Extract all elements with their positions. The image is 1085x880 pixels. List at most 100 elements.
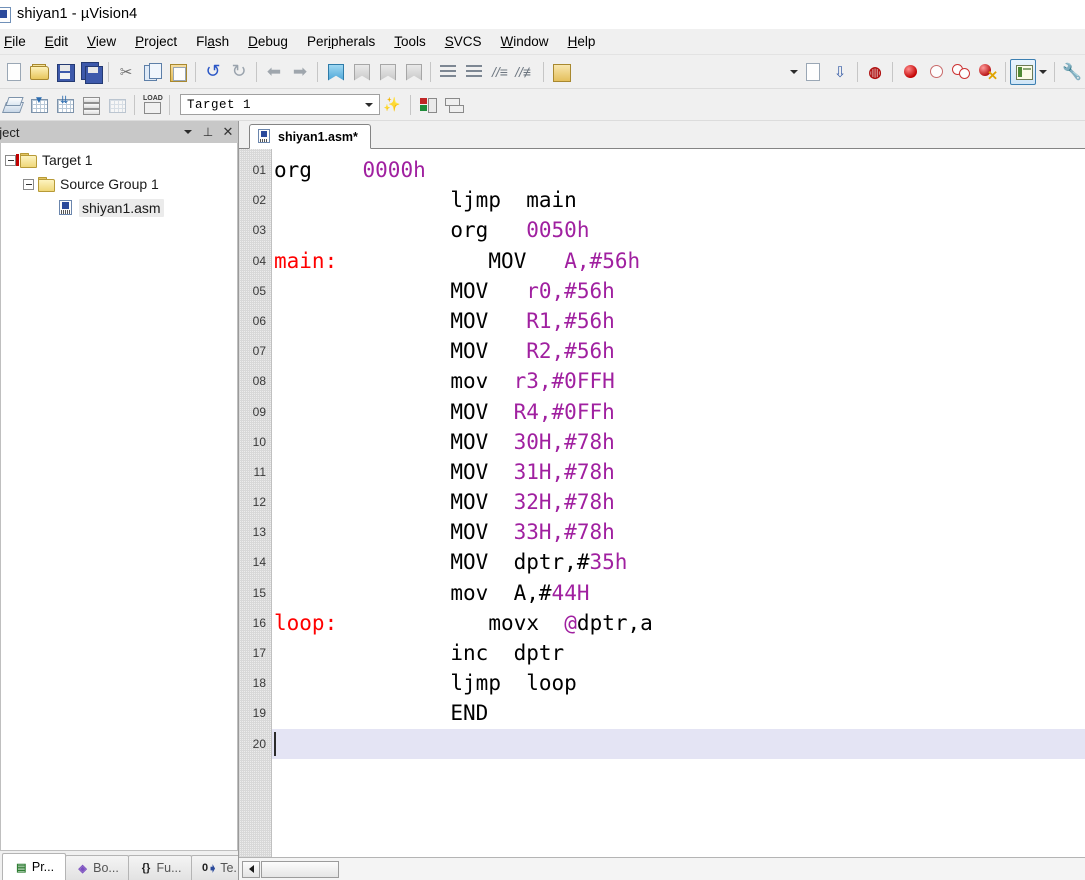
menu-debug[interactable]: Debug: [239, 31, 298, 52]
code-line[interactable]: MOV 33H,#78h: [272, 517, 1085, 547]
debug-search-icon[interactable]: ◍: [862, 59, 888, 85]
menu-svcs[interactable]: SVCS: [436, 31, 492, 52]
target-select[interactable]: Target 1: [180, 94, 380, 115]
code-line[interactable]: ljmp main: [272, 185, 1085, 215]
kill-all-breakpoints-icon[interactable]: ✕: [975, 59, 1001, 85]
manage-components-icon[interactable]: [415, 92, 441, 118]
find-in-files-icon[interactable]: [548, 59, 574, 85]
save-icon[interactable]: [52, 59, 78, 85]
code-text[interactable]: org 0000h ljmp main org 0050h main: MOV A,#5…: [272, 149, 1085, 857]
target-options-icon[interactable]: ✨: [380, 92, 406, 118]
menu-window[interactable]: Window: [492, 31, 559, 52]
goto-definition-icon[interactable]: [801, 59, 827, 85]
rebuild-all-icon[interactable]: ⇊: [52, 92, 78, 118]
code-line[interactable]: ljmp loop: [272, 668, 1085, 698]
menu-tools[interactable]: Tools: [385, 31, 436, 52]
save-all-icon[interactable]: [78, 59, 104, 85]
stop-build-icon[interactable]: [104, 92, 130, 118]
expander-icon[interactable]: [23, 178, 34, 190]
configure-icon[interactable]: 🔧: [1059, 59, 1085, 85]
next-bookmark-icon[interactable]: [374, 59, 400, 85]
menu-peripherals[interactable]: Peripherals: [298, 31, 385, 52]
tab-functions[interactable]: {} Fu...: [128, 855, 192, 880]
code-line[interactable]: MOV dptr,#35h: [272, 547, 1085, 577]
target-select-arrow-icon[interactable]: [361, 95, 376, 114]
tree-item-target[interactable]: Target 1: [1, 148, 237, 172]
toolbar-separator: [256, 61, 257, 82]
menu-project[interactable]: Project: [126, 31, 187, 52]
redo-icon[interactable]: ↻: [226, 59, 252, 85]
tab-books[interactable]: ◈ Bo...: [65, 855, 129, 880]
tree-item-file[interactable]: shiyan1.asm: [1, 196, 237, 220]
build-target-icon[interactable]: ▼: [26, 92, 52, 118]
code-line[interactable]: inc dptr: [272, 638, 1085, 668]
find-next-icon[interactable]: ⇩: [827, 59, 853, 85]
toolbar-separator: [108, 61, 109, 82]
project-window-dropdown-icon[interactable]: [1036, 61, 1050, 83]
disable-breakpoint-icon[interactable]: [923, 59, 949, 85]
navigate-forward-icon[interactable]: ➡: [287, 59, 313, 85]
menu-edit[interactable]: Edit: [36, 31, 78, 52]
code-line[interactable]: org 0000h: [272, 155, 1085, 185]
code-line[interactable]: mov A,#44H: [272, 578, 1085, 608]
insert-breakpoint-icon[interactable]: [897, 59, 923, 85]
line-number: 20: [252, 736, 266, 751]
token-plain: mov: [450, 369, 514, 394]
code-line[interactable]: loop: movx @dptr,a: [272, 608, 1085, 638]
token-num: 33H,#78h: [513, 520, 615, 545]
scroll-left-button[interactable]: [242, 860, 260, 878]
batch-build-icon[interactable]: [78, 92, 104, 118]
find-combo-arrow-icon[interactable]: [787, 61, 801, 83]
toggle-bookmark-icon[interactable]: [322, 59, 348, 85]
translate-icon[interactable]: [0, 92, 26, 118]
panel-close-icon[interactable]: ✕: [218, 122, 238, 142]
code-line[interactable]: mov r3,#0FFH: [272, 366, 1085, 396]
tab-project[interactable]: ▤ Pr...: [2, 853, 66, 880]
uncomment-icon[interactable]: //≢: [513, 59, 539, 85]
comment-icon[interactable]: //≡: [487, 59, 513, 85]
panel-pin-icon[interactable]: ⊥: [198, 122, 218, 142]
multi-project-icon[interactable]: [441, 92, 467, 118]
cut-icon[interactable]: ✂: [113, 59, 139, 85]
tree-item-source-group[interactable]: Source Group 1: [1, 172, 237, 196]
project-window-icon[interactable]: [1010, 58, 1036, 85]
menu-help[interactable]: Help: [559, 31, 606, 52]
code-line[interactable]: MOV 32H,#78h: [272, 487, 1085, 517]
disable-all-breakpoints-icon[interactable]: [949, 59, 975, 85]
code-line[interactable]: MOV R4,#0FFh: [272, 397, 1085, 427]
scrollbar-thumb[interactable]: [261, 860, 339, 878]
indent-icon[interactable]: [435, 59, 461, 85]
code-line[interactable]: MOV r0,#56h: [272, 276, 1085, 306]
code-line[interactable]: [272, 728, 1085, 759]
code-view[interactable]: 01 02 03 04 05 06 07 08 09 10 11 12 13 14 15 16 17 18 19 20…: [239, 149, 1085, 857]
menu-flash[interactable]: Flash: [187, 31, 239, 52]
menu-file[interactable]: File: [0, 31, 36, 52]
expander-icon[interactable]: [5, 154, 16, 166]
code-line[interactable]: END: [272, 698, 1085, 728]
prev-bookmark-icon[interactable]: [348, 59, 374, 85]
navigate-back-icon[interactable]: ⬅: [261, 59, 287, 85]
code-line[interactable]: main: MOV A,#56h: [272, 246, 1085, 276]
code-line[interactable]: MOV R1,#56h: [272, 306, 1085, 336]
panel-menu-icon[interactable]: [178, 122, 198, 142]
code-line[interactable]: MOV 31H,#78h: [272, 457, 1085, 487]
download-icon[interactable]: LOAD: [139, 92, 165, 118]
clear-bookmarks-icon[interactable]: [400, 59, 426, 85]
copy-icon[interactable]: [139, 59, 165, 85]
token-plain: MOV: [488, 248, 565, 273]
project-tree[interactable]: Target 1 Source Group 1 shiyan1.asm: [0, 143, 238, 851]
horizontal-scrollbar[interactable]: [239, 857, 1085, 880]
undo-icon[interactable]: ↺: [200, 59, 226, 85]
folder-icon: [37, 176, 55, 192]
new-file-icon[interactable]: [0, 59, 26, 85]
tree-item-label: shiyan1.asm: [79, 199, 164, 217]
target-select-value: Target 1: [187, 97, 252, 112]
open-file-icon[interactable]: [26, 59, 52, 85]
editor-tab-shiyan1[interactable]: shiyan1.asm*: [249, 124, 371, 149]
menu-view[interactable]: View: [78, 31, 126, 52]
code-line[interactable]: MOV 30H,#78h: [272, 427, 1085, 457]
code-line[interactable]: org 0050h: [272, 215, 1085, 245]
code-line[interactable]: MOV R2,#56h: [272, 336, 1085, 366]
paste-icon[interactable]: [165, 59, 191, 85]
outdent-icon[interactable]: [461, 59, 487, 85]
